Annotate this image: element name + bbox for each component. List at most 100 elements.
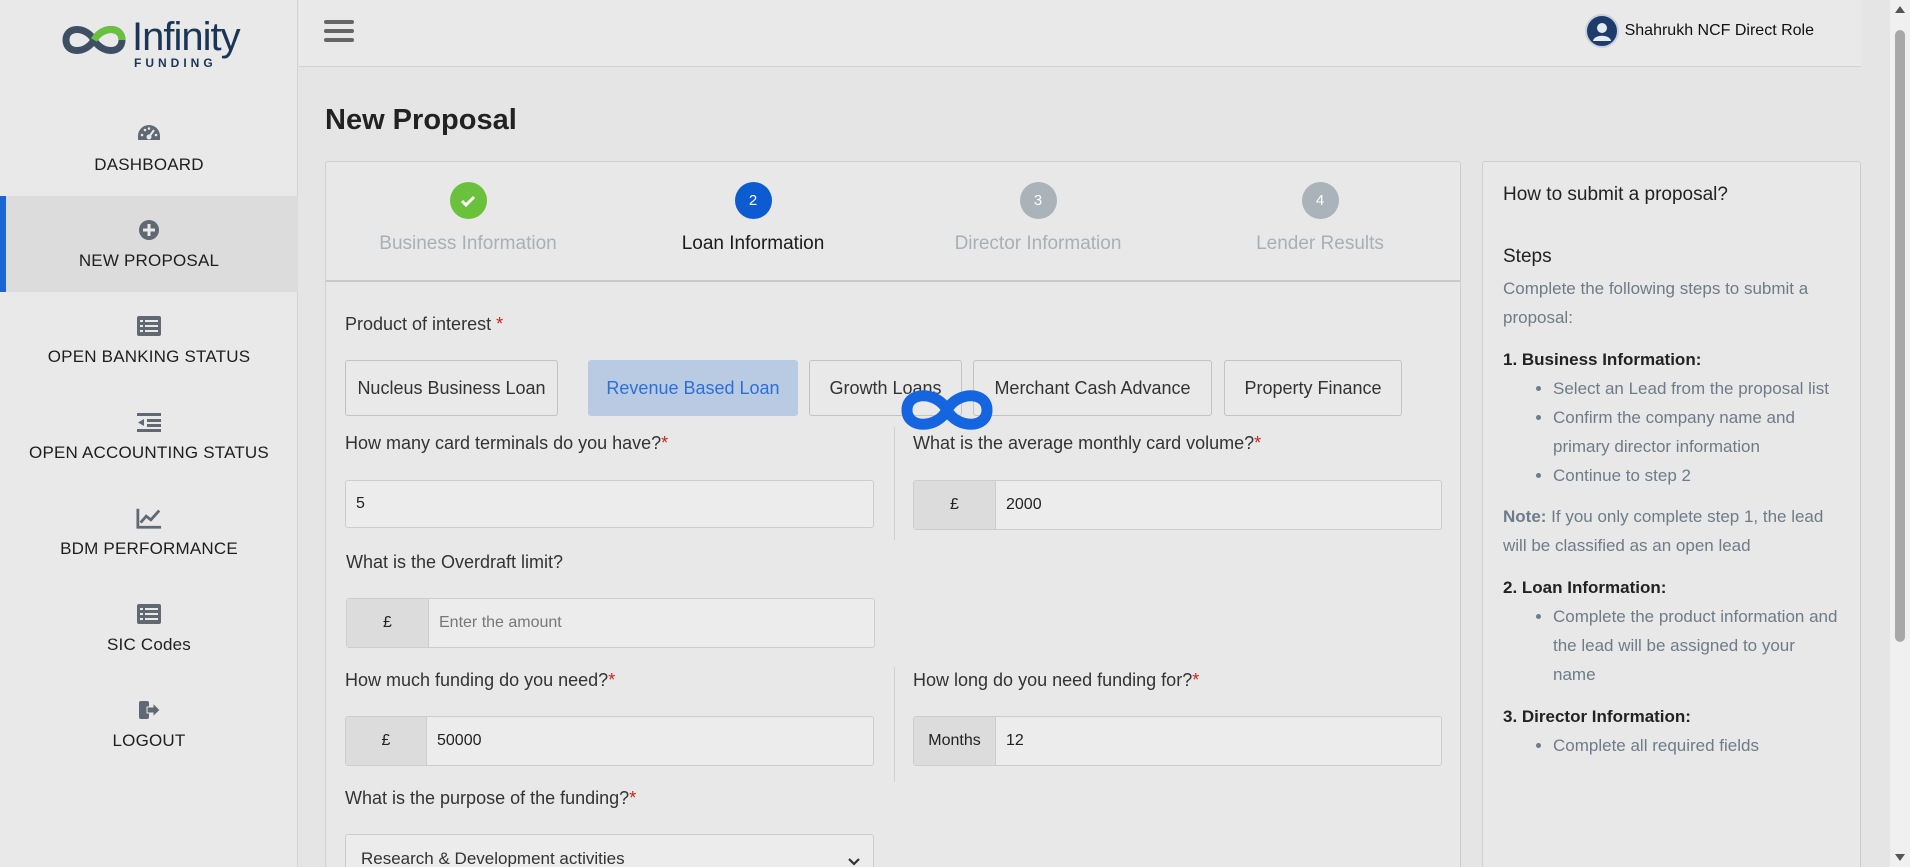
- scrollbar-thumb[interactable]: [1895, 30, 1905, 642]
- months-prefix: Months: [914, 717, 996, 765]
- step-label: Lender Results: [1256, 233, 1384, 254]
- indent-icon: [136, 409, 162, 435]
- help-panel: How to submit a proposal? Steps Complete…: [1482, 161, 1861, 867]
- overdraft-limit-input[interactable]: £ Enter the amount: [346, 598, 875, 648]
- sidebar-nav: DASHBOARD NEW PROPOSAL OPEN BANKING STAT…: [0, 100, 298, 772]
- sidebar-item-dashboard[interactable]: DASHBOARD: [0, 100, 298, 196]
- label-text: Product of interest: [345, 314, 492, 334]
- chart-line-icon: [136, 505, 162, 531]
- sidebar-item-sic-codes[interactable]: SIC Codes: [0, 580, 298, 676]
- funding-amount-label: How much funding do you need?*: [345, 670, 615, 691]
- step-loan-information[interactable]: 2 Loan Information: [623, 182, 883, 255]
- scroll-down-icon[interactable]: [1895, 854, 1905, 861]
- help-title: How to submit a proposal?: [1503, 184, 1728, 205]
- input-value: 12: [1006, 732, 1024, 749]
- check-icon: [449, 182, 487, 219]
- list-icon: [136, 601, 162, 627]
- sidebar-item-new-proposal[interactable]: NEW PROPOSAL: [0, 196, 298, 292]
- topbar: Shahrukh NCF Direct Role: [299, 0, 1861, 67]
- help-note: Note: If you only complete step 1, the l…: [1503, 502, 1840, 560]
- sidebar-item-label: NEW PROPOSAL: [78, 251, 220, 270]
- product-property-finance-button[interactable]: Property Finance: [1224, 360, 1402, 416]
- page-scrollbar[interactable]: [1890, 0, 1910, 867]
- step-lender-results[interactable]: 4 Lender Results: [1190, 182, 1450, 255]
- step-number: 2: [734, 182, 772, 219]
- currency-prefix: £: [347, 599, 429, 647]
- funding-duration-input[interactable]: Months 12: [913, 716, 1442, 766]
- logout-icon: [136, 697, 162, 723]
- help-intro: Complete the following steps to submit a…: [1503, 279, 1809, 327]
- column-divider: [894, 427, 895, 540]
- step-label: Business Information: [379, 233, 557, 254]
- sidebar-item-label: OPEN BANKING STATUS: [47, 347, 251, 366]
- sidebar-item-open-banking-status[interactable]: OPEN BANKING STATUS: [0, 292, 298, 388]
- step-label: Loan Information: [681, 233, 825, 254]
- list-icon: [136, 313, 162, 339]
- card-terminals-input[interactable]: 5: [345, 480, 874, 528]
- select-value: Research & Development activities: [361, 849, 625, 867]
- help-step3-list: Complete all required fields: [1553, 731, 1840, 760]
- sidebar-item-bdm-performance[interactable]: BDM PERFORMANCE: [0, 484, 298, 580]
- card-volume-label: What is the average monthly card volume?…: [913, 433, 1261, 454]
- brand-logo[interactable]: Infinity FUNDING: [58, 14, 242, 70]
- chevron-down-icon: [847, 852, 861, 867]
- sidebar-item-open-accounting-status[interactable]: OPEN ACCOUNTING STATUS: [0, 388, 298, 484]
- infinity-logo-icon: [62, 26, 126, 54]
- required-mark: *: [1192, 670, 1200, 690]
- help-step2-title: 2. Loan Information:: [1503, 578, 1667, 597]
- avatar: [1584, 14, 1619, 48]
- required-mark: *: [496, 314, 504, 334]
- card-volume-input[interactable]: £ 2000: [913, 480, 1442, 530]
- sidebar: Infinity FUNDING DASHBOARD NEW PROPOSAL …: [0, 0, 298, 867]
- user-menu[interactable]: Shahrukh NCF Direct Role: [1584, 14, 1814, 48]
- list-item: Complete all required fields: [1553, 731, 1840, 760]
- step-label: Director Information: [954, 233, 1122, 254]
- proposal-form-card: Business Information 2 Loan Information …: [325, 161, 1461, 867]
- help-step1-title: 1. Business Information:: [1503, 350, 1702, 369]
- dashboard-icon: [136, 121, 162, 147]
- sidebar-item-label: BDM PERFORMANCE: [60, 539, 238, 558]
- page-title: New Proposal: [325, 104, 517, 136]
- funding-amount-input[interactable]: £ 50000: [345, 716, 874, 766]
- funding-purpose-select[interactable]: Research & Development activities: [345, 834, 874, 867]
- step-number: 3: [1019, 182, 1057, 219]
- stepper: Business Information 2 Loan Information …: [326, 162, 1460, 282]
- sidebar-item-label: OPEN ACCOUNTING STATUS: [29, 443, 269, 462]
- help-step1-list: Select an Lead from the proposal list Co…: [1553, 374, 1840, 490]
- label-text: How long do you need funding for?: [913, 670, 1193, 690]
- input-value: 5: [356, 495, 365, 512]
- product-merchant-cash-advance-button[interactable]: Merchant Cash Advance: [973, 360, 1212, 416]
- funding-duration-label: How long do you need funding for?*: [913, 670, 1199, 691]
- sidebar-item-label: LOGOUT: [112, 731, 186, 750]
- product-nucleus-business-loan-button[interactable]: Nucleus Business Loan: [345, 360, 558, 416]
- infinity-loader-icon: [897, 385, 997, 435]
- step-director-information[interactable]: 3 Director Information: [908, 182, 1168, 255]
- input-value: 2000: [1006, 496, 1042, 513]
- help-steps-heading: Steps: [1503, 246, 1552, 267]
- funding-purpose-label: What is the purpose of the funding?*: [345, 788, 636, 809]
- required-mark: *: [661, 433, 669, 453]
- step-business-information[interactable]: Business Information: [338, 182, 598, 255]
- sidebar-item-label: SIC Codes: [106, 635, 191, 654]
- note-label: Note:: [1503, 507, 1547, 526]
- list-item: Select an Lead from the proposal list: [1553, 374, 1840, 403]
- currency-prefix: £: [914, 481, 996, 529]
- input-value: 50000: [437, 732, 482, 749]
- card-terminals-label: How many card terminals do you have?*: [345, 433, 668, 454]
- note-text: If you only complete step 1, the lead wi…: [1503, 507, 1824, 555]
- label-text: What is the average monthly card volume?: [913, 433, 1255, 453]
- label-text: How many card terminals do you have?: [345, 433, 662, 453]
- required-mark: *: [608, 670, 616, 690]
- product-of-interest-label: Product of interest *: [345, 314, 503, 335]
- list-item: Complete the product information and the…: [1553, 602, 1840, 689]
- step-number: 4: [1301, 182, 1339, 219]
- product-revenue-based-loan-button[interactable]: Revenue Based Loan: [588, 360, 798, 416]
- column-divider: [894, 667, 895, 782]
- scroll-up-icon[interactable]: [1895, 6, 1905, 13]
- menu-toggle-icon[interactable]: [324, 20, 354, 46]
- brand-name: Infinity: [132, 15, 241, 59]
- currency-prefix: £: [346, 717, 427, 765]
- sidebar-item-label: DASHBOARD: [94, 155, 204, 174]
- sidebar-item-logout[interactable]: LOGOUT: [0, 676, 298, 772]
- plus-circle-icon: [136, 217, 162, 243]
